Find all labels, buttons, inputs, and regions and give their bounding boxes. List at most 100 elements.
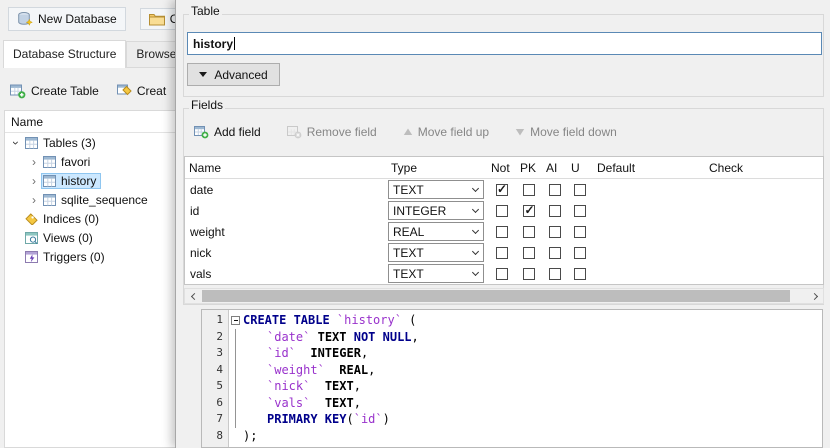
- tree-node-body: Indices (0): [23, 211, 104, 227]
- scroll-right-button[interactable]: [807, 289, 823, 303]
- type-combo-weight[interactable]: REAL: [388, 222, 484, 241]
- line-number: 2: [202, 329, 228, 346]
- tree-item-triggers-0[interactable]: ›Triggers (0): [5, 247, 175, 266]
- type-combo-date[interactable]: TEXT: [388, 180, 484, 199]
- checkbox-ai-nick[interactable]: [549, 247, 561, 259]
- field-name-cell[interactable]: nick: [185, 246, 387, 260]
- field-type-cell: REAL: [387, 221, 487, 242]
- fold-guide-column: [228, 378, 243, 395]
- field-name-cell[interactable]: id: [185, 204, 387, 218]
- field-row-vals: valsTEXT: [185, 263, 823, 284]
- fold-column: [228, 312, 243, 329]
- table-name-input[interactable]: history: [187, 32, 822, 55]
- u-cell: [567, 184, 593, 196]
- checkbox-not-id[interactable]: [496, 205, 508, 217]
- new-database-label: New Database: [38, 12, 117, 26]
- fold-guide-line: [235, 329, 236, 346]
- create-index-label: Creat: [137, 84, 166, 98]
- type-combo-id[interactable]: INTEGER: [388, 201, 484, 220]
- combo-arrow-icon: [472, 184, 479, 191]
- type-combo-nick[interactable]: TEXT: [388, 243, 484, 262]
- column-header-name[interactable]: Name: [185, 161, 387, 175]
- column-header-u[interactable]: U: [567, 161, 593, 175]
- advanced-button[interactable]: Advanced: [187, 63, 280, 86]
- fold-guide-line: [235, 362, 236, 379]
- checkbox-pk-vals[interactable]: [523, 268, 535, 280]
- create-table-button[interactable]: Create Table: [10, 84, 99, 99]
- sql-preview[interactable]: 1CREATE TABLE `history` (2`date` TEXT NO…: [201, 309, 823, 448]
- sql-line-5: 5`nick` TEXT,: [202, 378, 822, 395]
- column-header-check[interactable]: Check: [705, 161, 823, 175]
- checkbox-pk-date[interactable]: [523, 184, 535, 196]
- checkbox-not-weight[interactable]: [496, 226, 508, 238]
- checkbox-ai-vals[interactable]: [549, 268, 561, 280]
- sql-code-line: CREATE TABLE `history` (: [243, 313, 822, 327]
- line-number: 7: [202, 411, 228, 428]
- field-name-cell[interactable]: date: [185, 183, 387, 197]
- field-row-nick: nickTEXT: [185, 242, 823, 263]
- tree-header-name[interactable]: Name: [5, 111, 175, 133]
- fold-guide-column: [228, 428, 243, 445]
- type-combo-vals[interactable]: TEXT: [388, 264, 484, 283]
- tree-item-views-0[interactable]: ›Views (0): [5, 228, 175, 247]
- field-name-cell[interactable]: weight: [185, 225, 387, 239]
- checkbox-u-nick[interactable]: [574, 247, 586, 259]
- sql-token-keyword: PRIMARY KEY: [267, 412, 346, 426]
- fold-guide-line: [235, 345, 236, 362]
- tree-item-tables-3[interactable]: › Tables (3): [5, 133, 175, 152]
- tab-database-structure[interactable]: Database Structure: [3, 40, 126, 68]
- sql-line-7: 7PRIMARY KEY(`id`): [202, 411, 822, 428]
- tree-item-label: Tables (3): [43, 136, 96, 150]
- button-label: Move field down: [530, 125, 617, 139]
- checkbox-not-date[interactable]: [496, 184, 508, 196]
- field-name-cell[interactable]: vals: [185, 267, 387, 281]
- tree-item-history[interactable]: ›history: [5, 171, 175, 190]
- new-database-button[interactable]: New Database: [8, 7, 126, 31]
- tree-item-sqlite-sequence[interactable]: › sqlite_sequence: [5, 190, 175, 209]
- checkbox-ai-id[interactable]: [549, 205, 561, 217]
- ai-cell: [542, 226, 567, 238]
- pk-cell: [516, 205, 542, 217]
- expand-arrow-icon[interactable]: ›: [27, 175, 41, 187]
- checkbox-pk-weight[interactable]: [523, 226, 535, 238]
- chevron-right-icon: [810, 292, 817, 299]
- column-header-pk[interactable]: PK: [516, 161, 542, 175]
- column-header-ai[interactable]: AI: [542, 161, 567, 175]
- sql-token-plain: [310, 379, 324, 393]
- tree-item-label: favori: [61, 155, 90, 169]
- scrollbar-thumb[interactable]: [202, 290, 790, 302]
- checkbox-ai-weight[interactable]: [549, 226, 561, 238]
- field-type-cell: TEXT: [387, 179, 487, 200]
- checkbox-not-nick[interactable]: [496, 247, 508, 259]
- tree-item-label: sqlite_sequence: [61, 193, 148, 207]
- create-index-button[interactable]: Creat: [117, 84, 166, 98]
- column-header-not[interactable]: Not: [487, 161, 516, 175]
- add-field-button[interactable]: Add field: [194, 125, 261, 139]
- checkbox-pk-nick[interactable]: [523, 247, 535, 259]
- checkbox-u-date[interactable]: [574, 184, 586, 196]
- checkbox-u-vals[interactable]: [574, 268, 586, 280]
- expand-arrow-icon[interactable]: ›: [27, 156, 41, 168]
- tree-node-body: history: [41, 173, 101, 189]
- checkbox-pk-id[interactable]: [523, 205, 535, 217]
- fold-marker-icon[interactable]: [231, 316, 240, 325]
- tree-item-favori[interactable]: › favori: [5, 152, 175, 171]
- scroll-left-button[interactable]: [185, 289, 201, 303]
- line-number: 1: [202, 312, 228, 329]
- checkbox-u-weight[interactable]: [574, 226, 586, 238]
- tree-item-indices-0[interactable]: ›Indices (0): [5, 209, 175, 228]
- fold-guide-column: [228, 329, 243, 346]
- checkbox-ai-date[interactable]: [549, 184, 561, 196]
- horizontal-scrollbar[interactable]: [184, 288, 824, 304]
- expand-arrow-icon[interactable]: ›: [27, 194, 41, 206]
- tree-node-body: Views (0): [23, 230, 98, 246]
- checkbox-not-vals[interactable]: [496, 268, 508, 280]
- field-row-weight: weightREAL: [185, 221, 823, 242]
- column-header-type[interactable]: Type: [387, 161, 487, 175]
- up-icon: [403, 127, 413, 137]
- collapse-arrow-icon[interactable]: ›: [10, 136, 22, 150]
- column-header-default[interactable]: Default: [593, 161, 705, 175]
- checkbox-u-id[interactable]: [574, 205, 586, 217]
- index-icon: [25, 213, 38, 225]
- database-tree-panel: Name ›Tables (3)›favori›history›sqlite_s…: [4, 110, 176, 448]
